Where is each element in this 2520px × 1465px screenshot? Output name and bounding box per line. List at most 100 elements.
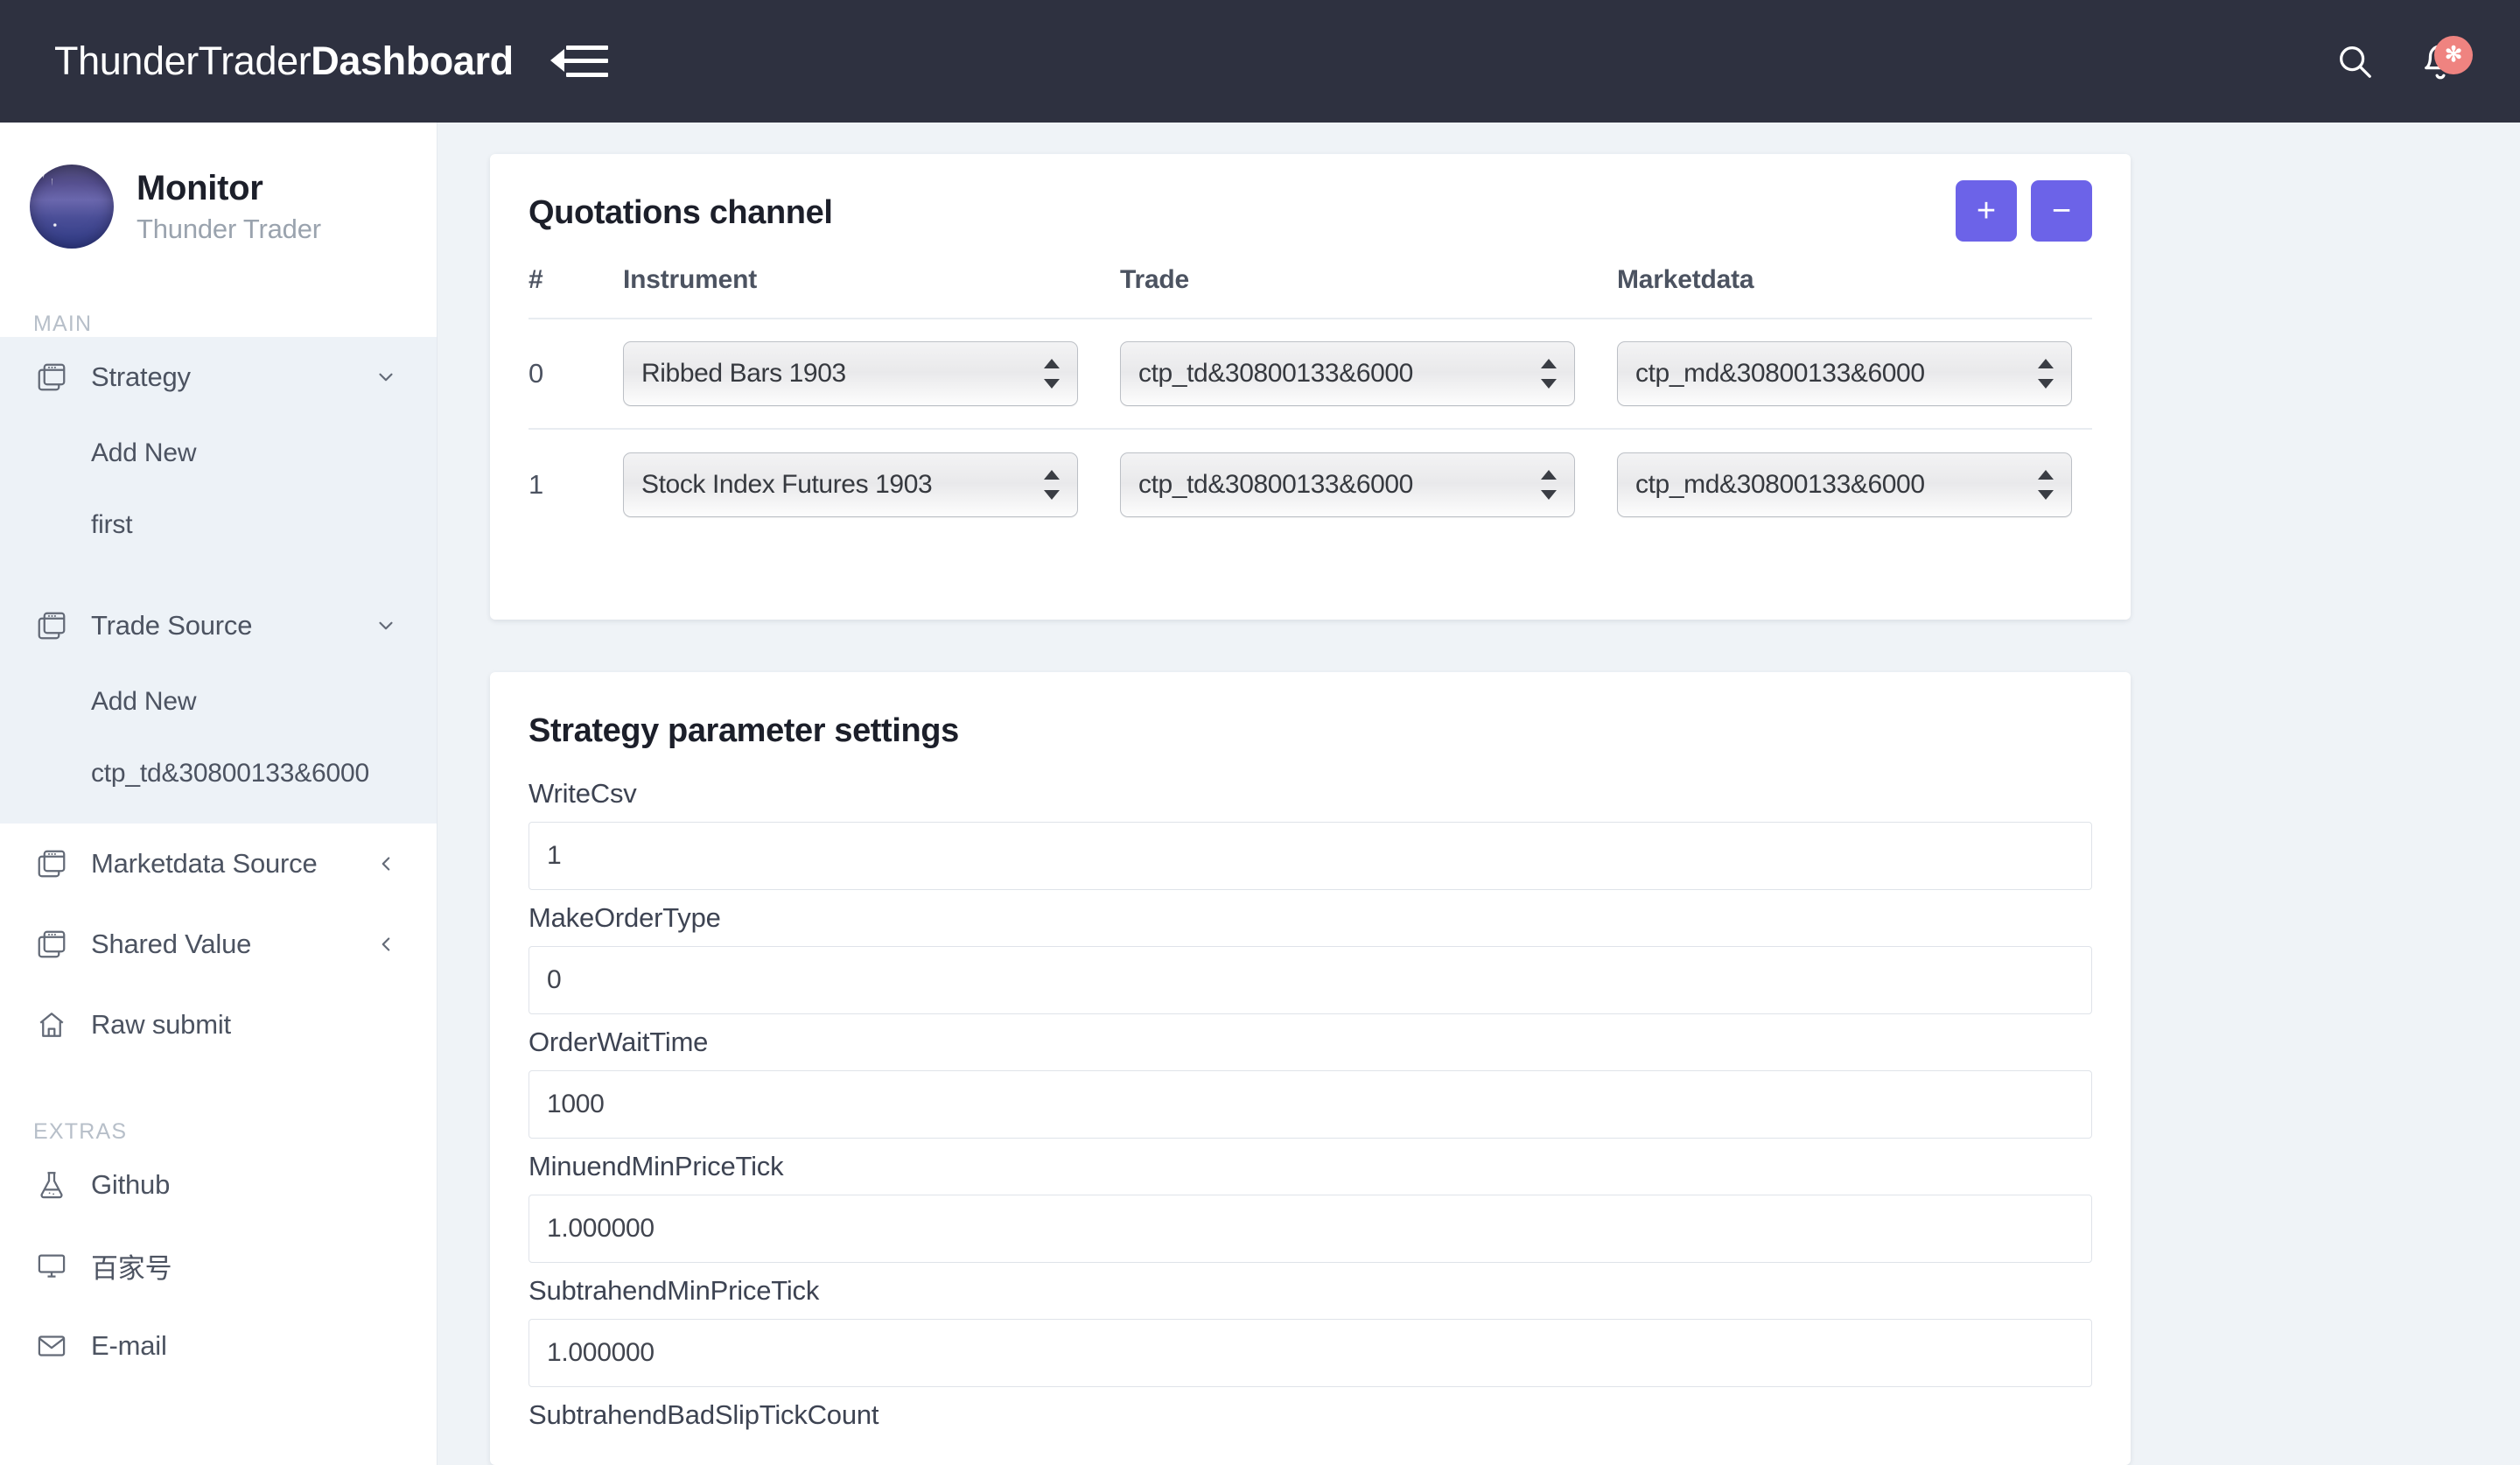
strategy-settings-form: WriteCsv MakeOrderType OrderWaitTime Min… [490,778,2131,1431]
sidebar-item-label: Trade Source [91,610,252,641]
remove-row-button[interactable]: − [2031,180,2092,242]
lightning-avatar [30,165,114,249]
profile-text: Monitor Thunder Trader [136,169,321,245]
windows-stack-icon [33,607,70,644]
sidebar-item-label: E-mail [91,1330,167,1362]
quotations-actions: + − [1956,180,2092,242]
field-label-orderwaittime: OrderWaitTime [528,1027,2092,1058]
brand-bold-text: Dashboard [311,39,513,83]
chevron-left-icon[interactable] [374,932,398,957]
select-arrows-icon [1541,468,1557,501]
flask-icon [33,1167,70,1203]
nav-spacer [0,810,437,824]
table-row: 1 Stock Index Futures 1903 ctp_td&308001… [528,430,2092,540]
select-arrows-icon [1044,468,1060,501]
writecsv-input[interactable] [528,822,2092,890]
instrument-select[interactable]: Stock Index Futures 1903 [623,452,1078,517]
strategy-card-header: Strategy parameter settings [490,672,2131,750]
marketdata-select-value: ctp_md&30800133&6000 [1635,470,1925,500]
row-index: 1 [528,469,543,500]
marketdata-select[interactable]: ctp_md&30800133&6000 [1617,452,2072,517]
makeordertype-input[interactable] [528,946,2092,1014]
search-button[interactable] [2329,36,2380,87]
select-arrows-icon [1541,357,1557,390]
sidebar: Monitor Thunder Trader MAIN Strategy Ad [0,123,438,1465]
sidebar-item-label: Strategy [91,361,191,393]
sidebar-item-label: Raw submit [91,1009,231,1041]
field-label-subtrahendbadsliptickcount: SubtrahendBadSlipTickCount [528,1399,2092,1431]
envelope-icon [33,1328,70,1364]
profile-block: Monitor Thunder Trader [0,123,437,249]
column-header-index: # [528,265,623,295]
sidebar-subitem-label: ctp_td&30800133&6000 [91,759,369,789]
windows-stack-icon [33,926,70,963]
nav-group-strategy: Strategy Add New first [0,337,437,585]
top-bar: ThunderTraderDashboard ✻ [0,0,2520,123]
windows-stack-icon [33,845,70,882]
marketdata-select-value: ctp_md&30800133&6000 [1635,359,1925,389]
strategy-settings-card: Strategy parameter settings WriteCsv Mak… [490,672,2131,1465]
nav-section-extras: EXTRAS [0,1065,437,1145]
sidebar-subitem-trade-source-ctp-td[interactable]: ctp_td&30800133&6000 [0,738,437,810]
sidebar-item-label: Github [91,1169,170,1201]
instrument-select[interactable]: Ribbed Bars 1903 [623,341,1078,406]
trade-select[interactable]: ctp_td&30800133&6000 [1120,341,1575,406]
sidebar-item-github[interactable]: Github [0,1145,437,1225]
notifications-button[interactable]: ✻ [2415,36,2466,87]
menu-fold-bar-bottom [566,73,608,77]
add-row-button[interactable]: + [1956,180,2017,242]
profile-subtitle: Thunder Trader [136,214,321,245]
select-arrows-icon [2038,357,2054,390]
minuendminpricetick-input[interactable] [528,1195,2092,1263]
brand-light-text: ThunderTrader [54,39,311,83]
page-title: Quotations channel [528,194,833,232]
menu-fold-bar-mid [557,59,608,63]
sidebar-item-shared-value[interactable]: Shared Value [0,904,437,985]
sidebar-item-marketdata-source[interactable]: Marketdata Source [0,824,437,904]
trade-select-value: ctp_td&30800133&6000 [1138,359,1413,389]
orderwaittime-input[interactable] [528,1070,2092,1139]
sidebar-subitem-strategy-first[interactable]: first [0,489,437,561]
field-label-subtrahendminpricetick: SubtrahendMinPriceTick [528,1275,2092,1307]
column-header-marketdata: Marketdata [1617,265,2092,295]
sidebar-item-label: 百家号 [91,1246,172,1286]
sidebar-subitem-label: first [91,510,132,540]
quotations-table: # Instrument Trade Marketdata 0 Ribbed B… [490,265,2131,540]
chevron-down-icon[interactable] [374,613,398,638]
sidebar-subitem-label: Add New [91,438,196,468]
chevron-left-icon[interactable] [374,852,398,876]
sidebar-item-label: Marketdata Source [91,848,318,880]
app-brand: ThunderTraderDashboard [54,39,514,84]
column-header-trade: Trade [1120,265,1617,295]
trade-select[interactable]: ctp_td&30800133&6000 [1120,452,1575,517]
sidebar-subitem-strategy-add-new[interactable]: Add New [0,417,437,489]
marketdata-select[interactable]: ctp_md&30800133&6000 [1617,341,2072,406]
main-content: Quotations channel + − # Instrument Trad… [438,123,2520,1465]
notification-badge: ✻ [2434,36,2473,74]
field-label-writecsv: WriteCsv [528,778,2092,810]
windows-stack-icon [33,359,70,396]
sidebar-item-trade-source[interactable]: Trade Source [0,585,437,666]
instrument-select-value: Stock Index Futures 1903 [641,470,932,500]
field-label-makeordertype: MakeOrderType [528,902,2092,934]
sidebar-item-baijiahao[interactable]: 百家号 [0,1225,437,1306]
column-header-instrument: Instrument [623,265,1120,295]
chevron-down-icon[interactable] [374,365,398,389]
quotations-card-header: Quotations channel + − [490,154,2131,232]
top-bar-actions: ✻ [2329,0,2466,123]
sidebar-subitem-trade-source-add-new[interactable]: Add New [0,666,437,738]
sidebar-item-strategy[interactable]: Strategy [0,337,437,417]
menu-fold-icon[interactable] [550,41,610,81]
strategy-settings-title: Strategy parameter settings [528,712,959,750]
sidebar-item-raw-submit[interactable]: Raw submit [0,985,437,1065]
select-arrows-icon [1044,357,1060,390]
sidebar-item-email[interactable]: E-mail [0,1306,437,1386]
nav-section-main: MAIN [0,249,437,337]
select-arrows-icon [2038,468,2054,501]
nav-spacer [0,561,437,585]
nav-group-trade-source: Trade Source Add New ctp_td&30800133&600… [0,585,437,824]
monitor-icon [33,1247,70,1284]
sidebar-subitem-label: Add New [91,687,196,717]
subtrahendminpricetick-input[interactable] [528,1319,2092,1387]
table-header-row: # Instrument Trade Marketdata [528,265,2092,319]
